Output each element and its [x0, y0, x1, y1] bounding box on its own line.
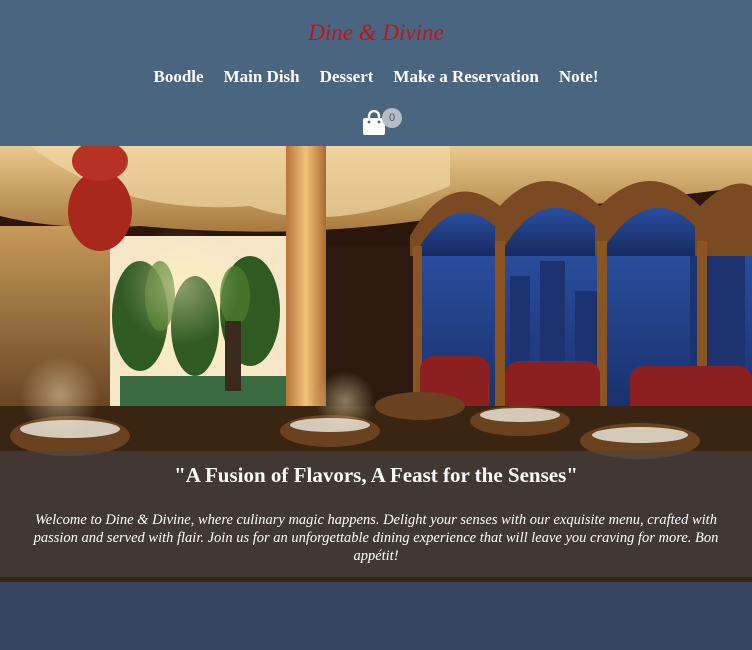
site-header: Dine & Divine Boodle Main Dish Dessert M…: [0, 0, 752, 146]
hero-tagline: "A Fusion of Flavors, A Feast for the Se…: [174, 463, 578, 487]
cart-count-badge: 0: [382, 108, 402, 128]
nav-item-boodle[interactable]: Boodle: [154, 67, 204, 87]
hero-caption: "A Fusion of Flavors, A Feast for the Se…: [0, 451, 752, 577]
nav-item-note[interactable]: Note!: [559, 67, 599, 87]
hero-welcome-text: Welcome to Dine & Divine, where culinary…: [33, 512, 719, 564]
hero-section: "A Fusion of Flavors, A Feast for the Se…: [0, 146, 752, 582]
brand-title[interactable]: Dine & Divine: [0, 20, 752, 46]
nav-item-dessert[interactable]: Dessert: [320, 67, 374, 87]
cart-button[interactable]: 0: [362, 108, 404, 136]
page-footer-band: [0, 582, 752, 650]
nav-item-make-a-reservation[interactable]: Make a Reservation: [393, 67, 538, 87]
main-nav: Boodle Main Dish Dessert Make a Reservat…: [0, 67, 752, 87]
nav-item-main-dish[interactable]: Main Dish: [224, 67, 300, 87]
